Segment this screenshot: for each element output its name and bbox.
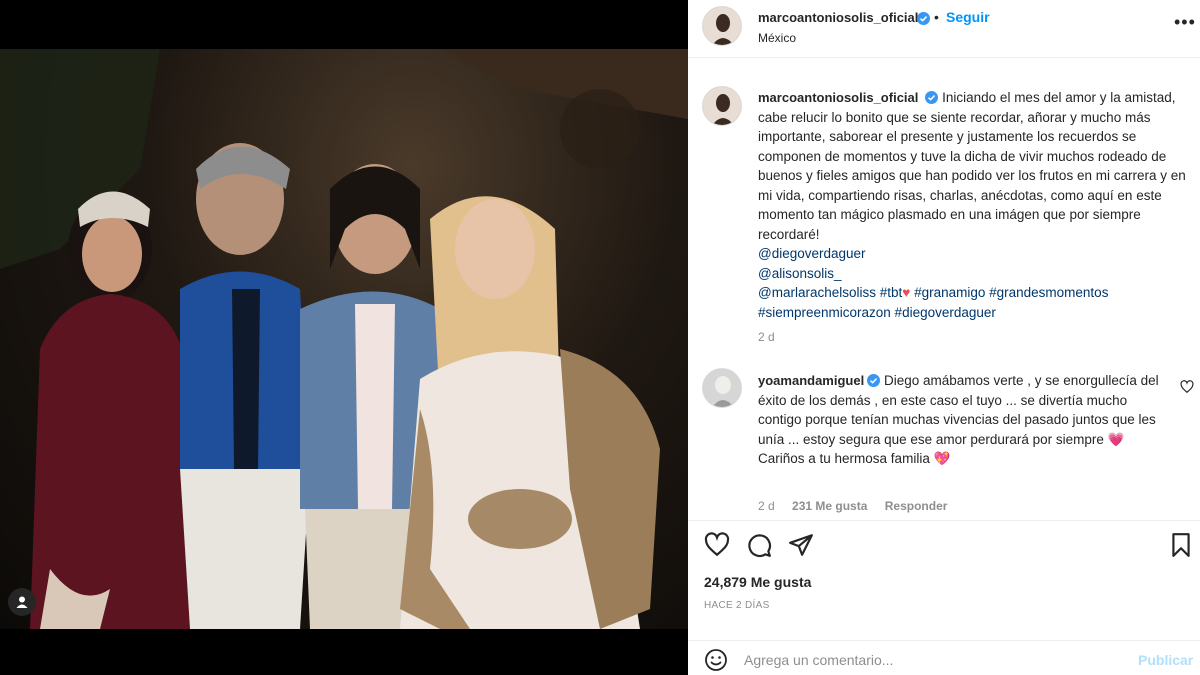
heart-emoji: 💖 xyxy=(933,451,951,466)
comment-text-line: Cariños a tu hermosa familia xyxy=(758,451,930,466)
comment-input[interactable] xyxy=(744,649,1104,671)
likes-count[interactable]: 24,879 Me gusta xyxy=(704,574,811,590)
action-bar xyxy=(688,520,1200,568)
post-header: marcoantoniosolis_oficial • Seguir Méxic… xyxy=(688,0,1200,58)
post-details-panel: marcoantoniosolis_oficial • Seguir Méxic… xyxy=(688,0,1200,675)
caption-text-block: marcoantoniosolis_oficial Iniciando el m… xyxy=(758,88,1188,322)
more-options-icon[interactable]: ••• xyxy=(1174,12,1196,33)
share-icon[interactable] xyxy=(788,532,814,558)
add-comment-bar: Publicar xyxy=(688,640,1200,675)
comment-meta: 2 d 231 Me gusta Responder xyxy=(758,499,961,513)
reply-button[interactable]: Responder xyxy=(885,499,948,513)
comment-heart-icon[interactable] xyxy=(1180,380,1194,394)
comment-timestamp[interactable]: 2 d xyxy=(758,499,775,513)
separator-dot: • xyxy=(934,9,939,25)
avatar[interactable] xyxy=(702,86,742,126)
emoji-icon[interactable] xyxy=(704,648,728,672)
caption-author-link[interactable]: marcoantoniosolis_oficial xyxy=(758,90,918,105)
caption-timestamp[interactable]: 2 d xyxy=(758,330,775,344)
comment-text-block: yoamandamiguel Diego amábamos verte , y … xyxy=(758,371,1168,469)
post-photo[interactable] xyxy=(0,49,688,629)
heart-emoji: 💗 xyxy=(1107,431,1125,447)
heart-emoji: ♥ xyxy=(902,285,911,300)
avatar[interactable] xyxy=(702,368,742,408)
verified-icon xyxy=(867,374,881,387)
post-author-link[interactable]: marcoantoniosolis_oficial xyxy=(758,10,918,25)
post-media xyxy=(0,0,688,675)
verified-icon xyxy=(925,91,939,104)
follow-button[interactable]: Seguir xyxy=(946,9,990,25)
publish-button[interactable]: Publicar xyxy=(1138,652,1193,668)
mention-link[interactable]: @marlarachelsoliss xyxy=(758,285,876,300)
comment-icon[interactable] xyxy=(746,532,772,558)
mention-link[interactable]: @diegoverdaguer xyxy=(758,244,1188,264)
comment-author-link[interactable]: yoamandamiguel xyxy=(758,373,864,388)
bookmark-icon[interactable] xyxy=(1168,532,1194,558)
user-tag-icon[interactable] xyxy=(8,588,36,616)
caption-text: Iniciando el mes del amor y la amistad, … xyxy=(758,90,1186,242)
mention-link[interactable]: @alisonsolis_ xyxy=(758,264,1188,284)
hashtag-link[interactable]: #siempreenmicorazon #diegoverdaguer xyxy=(758,303,1188,323)
hashtag-link[interactable]: #tbt xyxy=(880,285,903,300)
comment-likes-link[interactable]: 231 Me gusta xyxy=(792,499,867,513)
hashtag-link[interactable]: #granamigo #grandesmomentos xyxy=(914,285,1108,300)
avatar[interactable] xyxy=(702,6,742,46)
verified-icon xyxy=(917,12,930,25)
post-timestamp[interactable]: Hace 2 días xyxy=(704,600,770,611)
heart-icon[interactable] xyxy=(704,532,730,558)
location-link[interactable]: México xyxy=(758,31,796,45)
comments-section[interactable]: marcoantoniosolis_oficial Iniciando el m… xyxy=(688,58,1200,520)
